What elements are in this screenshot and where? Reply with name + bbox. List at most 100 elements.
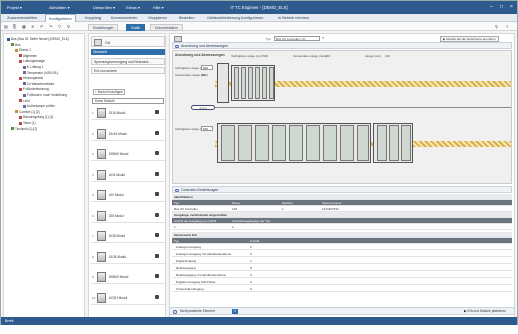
outputs-row[interactable]: 1 2	[172, 224, 512, 230]
tab-graphic[interactable]: Grafik	[126, 23, 146, 31]
section-controller-header[interactable]: Controller-Einstellungen	[172, 186, 512, 193]
paste-icon[interactable]: ▦	[22, 24, 28, 29]
module-item[interactable]: 6 DI8 Modul	[91, 210, 165, 223]
module-filter-input[interactable]: Keine Module	[92, 98, 164, 104]
tree-node[interactable]: Temperatur (HZKLRL)	[23, 71, 58, 75]
io-row[interactable]: Relaisausgang 8	[172, 265, 512, 271]
ribbon-tab-6[interactable]: Gebäudebedienung konfigurieren	[204, 14, 266, 22]
din-rail-canvas[interactable]: Anordnung und Abmessungen Verfügbare Län…	[172, 50, 512, 184]
delete-icon[interactable]: ✕	[31, 24, 37, 29]
lock-icon[interactable]	[155, 233, 159, 237]
io-row[interactable]: Analoges Ausgang 6	[172, 244, 512, 250]
rail1-length-field[interactable]: 500	[201, 65, 213, 70]
tab-settings[interactable]: Einstellungen	[88, 23, 119, 31]
tree-node-label: Heizungskreis	[23, 76, 44, 81]
tree-node-label: Ebene 1	[19, 48, 31, 53]
section-arrangement-header[interactable]: Anordnung und Abmessungen	[172, 42, 512, 49]
lock-icon[interactable]	[155, 110, 159, 114]
close-icon[interactable]: ×	[507, 3, 516, 11]
ribbon-tab-5[interactable]: Bestellen	[176, 14, 198, 22]
help-icon[interactable]: ?	[506, 24, 512, 29]
search-tree-icon[interactable]: ⚲	[67, 24, 73, 29]
dim-label-3: Länge (mm)	[365, 54, 382, 58]
lock-icon[interactable]	[155, 171, 159, 176]
ribbon-tab-3[interactable]: Kommunizieren	[108, 14, 140, 22]
tree-node[interactable]: Zu Wasserkreislauf	[23, 82, 54, 86]
power-supply-module[interactable]	[217, 63, 229, 103]
tree-node[interactable]: Raumregelung (1) [1]	[19, 115, 53, 119]
module-item[interactable]: 8 UIO8 Modul	[91, 251, 165, 264]
minimize-icon[interactable]: –	[487, 3, 496, 11]
module-item[interactable]: 3 DI8MX Modul	[91, 148, 165, 161]
lock-icon[interactable]	[155, 253, 159, 258]
module-item[interactable]: 2 DIx16 Modul	[91, 128, 165, 141]
module-item[interactable]: 5 UI0 Modul	[91, 189, 165, 202]
filter-icon[interactable]: ▽	[58, 24, 64, 29]
io-module-rack[interactable]	[217, 123, 371, 163]
lock-icon[interactable]	[155, 130, 159, 135]
module-thumbnail	[97, 149, 106, 159]
tree-node[interactable]: Heizungskreis	[19, 76, 43, 80]
controller-module[interactable]	[231, 65, 275, 101]
tree-node[interactable]: Fußboden. nach Vorkühlung	[23, 93, 67, 97]
ribbon-tab-1[interactable]: Konfigurieren	[45, 14, 76, 22]
add-module-button[interactable]: + Modul hinzufügen	[93, 89, 125, 95]
lock-icon[interactable]	[155, 212, 159, 217]
type-select[interactable]: Bus I/O Controller / IO	[274, 36, 320, 41]
length-marker[interactable]: 1,0 m	[191, 105, 215, 110]
io-module-rack-2[interactable]	[373, 123, 413, 163]
ribbon-tab-0[interactable]: Zusammenstellen	[4, 14, 40, 22]
ribbon-tab-7[interactable]: In Betrieb nehmen	[275, 14, 312, 22]
tree-node[interactable]: Bus (Bus ID: Seifer Neuer) [DEMO_ELK]	[7, 37, 69, 41]
tree-node[interactable]: Tischpult (1) [2]	[11, 127, 37, 131]
module-number: 8	[92, 254, 94, 259]
tree-node[interactable]: Licht	[19, 99, 30, 103]
tree-node-label: Raumregelung (1) [1]	[23, 115, 54, 120]
tab-documentation[interactable]: Dokumentation	[150, 23, 183, 31]
lock-icon[interactable]	[155, 192, 159, 196]
module-item[interactable]: 7 DO8 Modul	[91, 230, 165, 243]
edit-icon[interactable]: ✎	[322, 36, 325, 40]
module-item[interactable]: 10 AO2H Modul	[91, 292, 165, 305]
tree-node[interactable]: Luftungsanlage	[19, 59, 45, 63]
search-icon[interactable]: ⚲	[495, 24, 501, 29]
tree-node[interactable]: E-Lüftung 1	[23, 65, 43, 69]
maximize-icon[interactable]: □	[497, 3, 506, 11]
module-name: DI8MX Modul	[109, 152, 129, 156]
tree-node[interactable]: Allgemein	[19, 54, 37, 58]
io-row[interactable]: Universeller Eingang 6	[172, 286, 512, 292]
place-io-button[interactable]: ▶ E/A und Module platzieren	[464, 308, 506, 315]
io-row[interactable]: Analoges Ausgang mit Handbedienebene 0	[172, 251, 512, 257]
ribbon-tabs: Zusammenstellen Konfigurieren Kopplung Komm…	[1, 14, 517, 22]
catalog-row-io[interactable]: E/A und andere	[91, 67, 165, 74]
io-row[interactable]: Relaisausgang mit Handbedienebene 6	[172, 272, 512, 278]
module-item[interactable]: 4 AO4 Modul	[91, 169, 165, 182]
tree-node[interactable]: Bus	[11, 43, 21, 47]
tree-node[interactable]: Fußbodenheizung	[19, 87, 49, 91]
lock-icon[interactable]	[155, 274, 159, 278]
copy-icon[interactable]: ⎘	[13, 24, 19, 29]
module-item[interactable]: 9 DI8MX Modul	[91, 271, 165, 284]
module-item[interactable]: 1 DI16 Modul	[91, 107, 165, 120]
tree-node[interactable]: Comfort (1) [2]	[15, 110, 40, 114]
expand-icon[interactable]	[173, 310, 177, 314]
ribbon-tab-2[interactable]: Kopplung	[82, 14, 104, 22]
module-thumbnail	[97, 128, 106, 139]
ribbon-tab-4[interactable]: Gruppieren	[145, 14, 170, 22]
new-icon[interactable]: ▤	[4, 24, 10, 29]
tree-node[interactable]: Außenlampe prüfen	[23, 104, 55, 108]
module-number: 9	[92, 275, 94, 279]
tree-node[interactable]: Ebene 1	[15, 48, 31, 52]
tree-node[interactable]: Taser (1)	[19, 121, 36, 125]
redo-icon[interactable]: ↷	[49, 24, 55, 29]
io-row[interactable]: Digital Eingang 2	[172, 258, 512, 264]
dim-label-1: Verfügbare Länge (mm)	[231, 54, 263, 58]
lock-icon[interactable]	[155, 151, 159, 155]
module-number: 4	[92, 172, 94, 177]
lock-icon[interactable]	[155, 294, 159, 299]
undo-icon[interactable]: ↶	[40, 24, 46, 29]
catalog-row-power[interactable]: Spannungsversorgung und Netzwerk...	[91, 58, 165, 65]
rail2-length-field[interactable]: 500	[201, 126, 213, 131]
catalog-overview-bar[interactable]: Übersicht	[91, 49, 165, 55]
io-row[interactable]: Digitales Ausgang Solid State 0	[172, 279, 512, 285]
